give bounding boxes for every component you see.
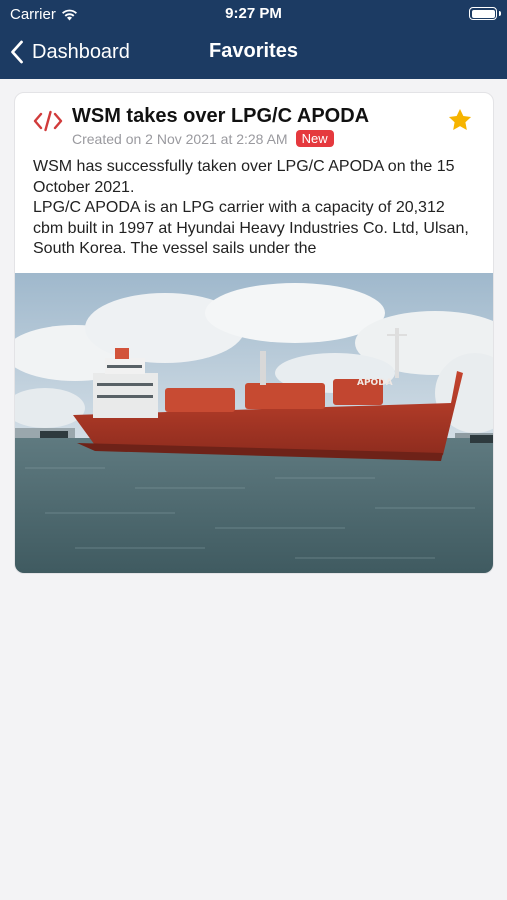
- battery-icon: [469, 7, 501, 20]
- article-meta: Created on 2 Nov 2021 at 2:28 AM New: [72, 130, 334, 147]
- article-title[interactable]: WSM takes over LPG/C APODA: [72, 105, 369, 128]
- article-image[interactable]: APODA: [15, 273, 494, 574]
- navigation-bar: Dashboard Favorites: [0, 30, 507, 75]
- favorite-card[interactable]: WSM takes over LPG/C APODA Created on 2 …: [14, 92, 494, 574]
- star-icon[interactable]: [447, 107, 473, 133]
- article-body-line: WSM has successfully taken over LPG/C AP…: [33, 158, 455, 196]
- new-badge: New: [295, 130, 334, 147]
- article-body: WSM has successfully taken over LPG/C AP…: [33, 157, 479, 265]
- created-date: Created on 2 Nov 2021 at 2:28 AM: [72, 130, 288, 147]
- page-title: Favorites: [209, 40, 298, 62]
- card-header: WSM takes over LPG/C APODA Created on 2 …: [15, 93, 493, 273]
- ship-name-label: APODA: [357, 378, 393, 388]
- article-body-line: LPG/C APODA is an LPG carrier with a cap…: [33, 199, 469, 257]
- header: Carrier 9:27 PM Dashboard Favorites: [0, 0, 507, 79]
- status-bar: Carrier 9:27 PM: [0, 0, 507, 28]
- code-icon: [33, 110, 63, 132]
- status-time: 9:27 PM: [225, 5, 282, 22]
